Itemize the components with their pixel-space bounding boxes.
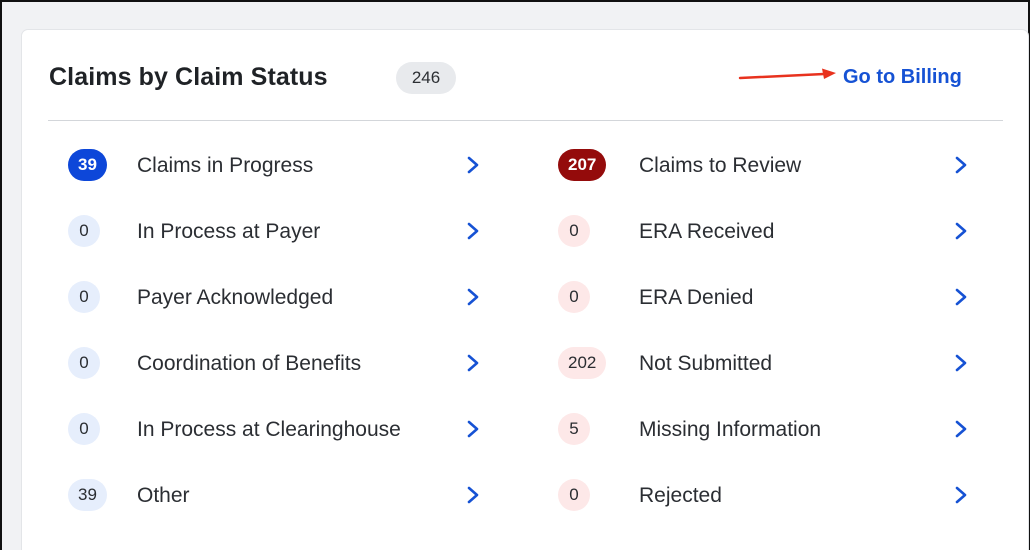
card-title: Claims by Claim Status: [49, 63, 328, 91]
screenshot-frame: Claims by Claim Status 246 Go to Billing…: [0, 0, 1030, 550]
count-badge: 0: [68, 215, 100, 247]
count-badge: 0: [68, 281, 100, 313]
status-row-era-denied[interactable]: 0 ERA Denied: [558, 277, 978, 317]
status-label: Missing Information: [639, 418, 822, 441]
status-row-payer-acknowledged[interactable]: 0 Payer Acknowledged: [68, 277, 488, 317]
status-row-in-process-at-payer[interactable]: 0 In Process at Payer: [68, 211, 488, 251]
chevron-right-icon[interactable]: [466, 156, 480, 174]
status-row-era-received[interactable]: 0 ERA Received: [558, 211, 978, 251]
count-badge: 0: [558, 215, 590, 247]
chevron-right-icon[interactable]: [954, 486, 968, 504]
chevron-right-icon[interactable]: [466, 486, 480, 504]
status-row-not-submitted[interactable]: 202 Not Submitted: [558, 343, 978, 383]
chevron-right-icon[interactable]: [466, 222, 480, 240]
chevron-right-icon[interactable]: [466, 288, 480, 306]
status-row-claims-in-progress[interactable]: 39 Claims in Progress: [68, 145, 488, 185]
status-row-coordination-of-benefits[interactable]: 0 Coordination of Benefits: [68, 343, 488, 383]
status-label: ERA Received: [639, 220, 775, 243]
status-label: ERA Denied: [639, 286, 754, 309]
claims-status-card: Claims by Claim Status 246 Go to Billing…: [22, 30, 1028, 550]
count-badge: 0: [68, 347, 100, 379]
status-label: Claims to Review: [639, 154, 802, 177]
go-to-billing-link[interactable]: Go to Billing: [843, 66, 962, 89]
status-label: In Process at Payer: [137, 220, 321, 243]
count-badge: 202: [558, 347, 607, 379]
status-row-claims-to-review[interactable]: 207 Claims to Review: [558, 145, 978, 185]
status-row-other[interactable]: 39 Other: [68, 475, 488, 515]
red-arrow-icon: [738, 68, 836, 80]
status-label: In Process at Clearinghouse: [137, 418, 401, 441]
status-label: Rejected: [639, 484, 722, 507]
status-row-missing-information[interactable]: 5 Missing Information: [558, 409, 978, 449]
chevron-right-icon[interactable]: [954, 156, 968, 174]
count-badge: 39: [68, 149, 107, 181]
count-badge: 39: [68, 479, 107, 511]
count-badge: 0: [68, 413, 100, 445]
status-label: Claims in Progress: [137, 154, 314, 177]
count-badge: 0: [558, 479, 590, 511]
chevron-right-icon[interactable]: [954, 354, 968, 372]
chevron-right-icon[interactable]: [466, 420, 480, 438]
chevron-right-icon[interactable]: [954, 288, 968, 306]
chevron-right-icon[interactable]: [466, 354, 480, 372]
status-row-rejected[interactable]: 0 Rejected: [558, 475, 978, 515]
status-label: Other: [137, 484, 190, 507]
header-divider: [48, 120, 1003, 121]
status-label: Not Submitted: [639, 352, 773, 375]
count-badge: 207: [558, 149, 607, 181]
chevron-right-icon[interactable]: [954, 420, 968, 438]
status-row-in-process-at-clearinghouse[interactable]: 0 In Process at Clearinghouse: [68, 409, 488, 449]
count-badge: 0: [558, 281, 590, 313]
total-claims-badge: 246: [396, 62, 456, 94]
count-badge: 5: [558, 413, 590, 445]
status-label: Payer Acknowledged: [137, 286, 334, 309]
status-label: Coordination of Benefits: [137, 352, 362, 375]
chevron-right-icon[interactable]: [954, 222, 968, 240]
